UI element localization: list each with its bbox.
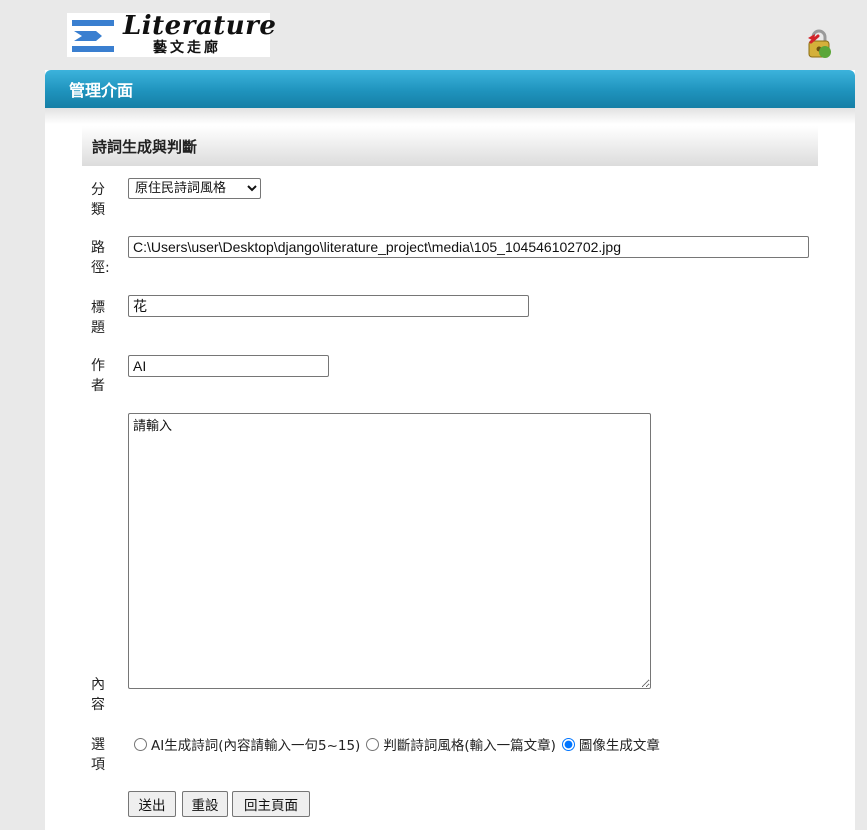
radio-ai-generate[interactable]: [134, 737, 147, 751]
logo-subtitle: 藝文走廊: [153, 40, 221, 56]
logo-arrow-icon: [72, 20, 114, 52]
title-label: 標題: [91, 300, 105, 336]
options-label: 選項: [91, 737, 105, 773]
submit-button[interactable]: 送出: [128, 791, 176, 817]
home-button[interactable]: 回主頁面: [232, 791, 310, 817]
category-select[interactable]: 原住民詩詞風格: [128, 178, 261, 199]
lock-icon[interactable]: [805, 28, 833, 60]
section-title: 詩詞生成與判斷: [82, 126, 818, 166]
radio-ai-generate-label[interactable]: AI生成詩詞(內容請輸入一句5~15): [151, 734, 360, 754]
radio-image-generate[interactable]: [561, 737, 575, 751]
content-textarea[interactable]: 請輸入: [128, 413, 651, 689]
content-label: 內容: [91, 677, 105, 713]
radio-judge-style[interactable]: [366, 737, 380, 751]
path-label: 路徑:: [91, 240, 110, 276]
options-radio-group: AI生成詩詞(內容請輸入一句5~15) 判斷詩詞風格(輸入一篇文章) 圖像生成文…: [132, 734, 664, 754]
site-logo: Literature 藝文走廊: [67, 11, 276, 57]
panel-title: 管理介面: [45, 70, 855, 108]
radio-image-generate-label[interactable]: 圖像生成文章: [579, 734, 660, 754]
reset-button[interactable]: 重設: [182, 791, 228, 817]
path-input[interactable]: [128, 236, 809, 258]
panel-divider: [45, 108, 855, 124]
title-input[interactable]: [128, 295, 529, 317]
author-label: 作者: [91, 358, 105, 394]
category-label: 分類: [91, 182, 105, 218]
radio-judge-style-label[interactable]: 判斷詩詞風格(輸入一篇文章): [383, 734, 556, 754]
author-input[interactable]: [128, 355, 329, 377]
